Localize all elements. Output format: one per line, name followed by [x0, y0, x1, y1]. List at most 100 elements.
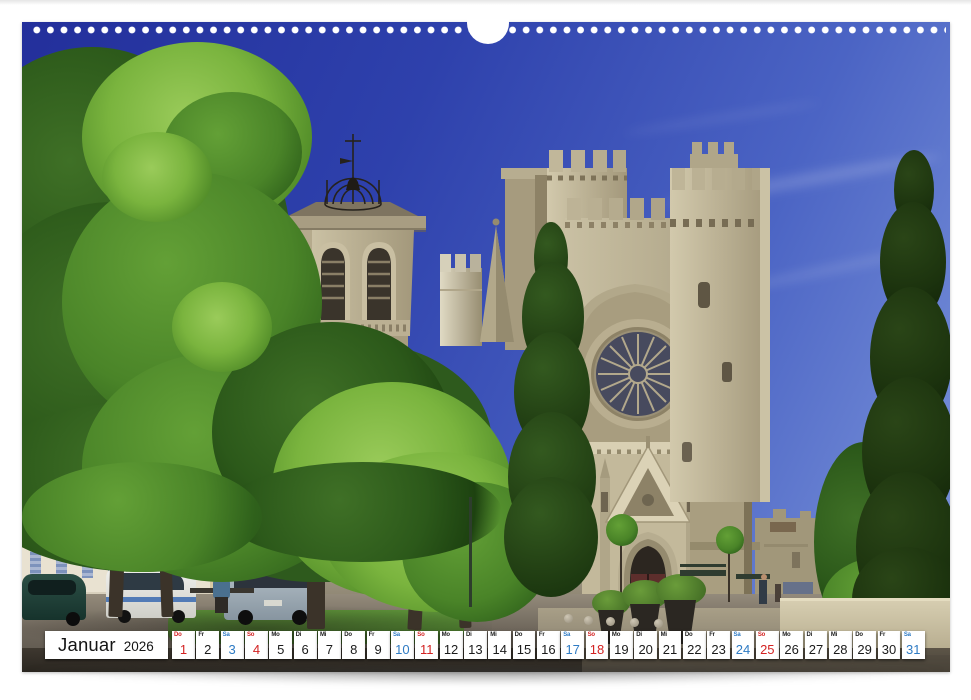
day-cell: Sa17	[561, 631, 584, 659]
day-number: 15	[513, 642, 536, 657]
day-number: 9	[367, 642, 390, 657]
weekday-abbr: Fr	[198, 632, 204, 638]
bench	[680, 570, 726, 576]
day-cell: So18	[586, 631, 609, 659]
day-number: 12	[440, 642, 463, 657]
day-cell: Di 6	[294, 631, 317, 659]
bollard	[630, 618, 639, 627]
day-number: 16	[537, 642, 560, 657]
day-cell: Sa24	[732, 631, 755, 659]
weekday-abbr: Sa	[563, 632, 570, 638]
foliage	[222, 462, 502, 562]
pedestrian	[759, 580, 767, 604]
day-cell: Fr 30	[878, 631, 901, 659]
day-number: 3	[221, 642, 244, 657]
day-cell: Sa 10	[391, 631, 414, 659]
photo	[22, 22, 950, 672]
weekday-abbr: Di	[807, 632, 813, 638]
day-cell: Mi 7	[318, 631, 341, 659]
day-cell: Mi 21	[659, 631, 682, 659]
month-label: Januar 2026	[45, 631, 168, 659]
potted-tree-trunk	[728, 550, 730, 602]
day-cell: Mo19	[610, 631, 633, 659]
day-number: 14	[488, 642, 511, 657]
day-number: 7	[318, 642, 341, 657]
day-number: 10	[391, 642, 414, 657]
day-number: 24	[732, 642, 755, 657]
day-cell: So11	[415, 631, 438, 659]
bollard	[564, 614, 573, 623]
day-number: 28	[829, 642, 852, 657]
day-number: 6	[294, 642, 317, 657]
day-number: 30	[878, 642, 901, 657]
day-number: 19	[610, 642, 633, 657]
day-cell: Mo5	[269, 631, 292, 659]
cypress-center	[504, 477, 598, 597]
weekday-abbr: Do	[174, 632, 182, 638]
weekday-abbr: Mi	[661, 632, 667, 638]
day-number: 2	[196, 642, 219, 657]
day-cell: So4	[245, 631, 268, 659]
day-cell: Mi14	[488, 631, 511, 659]
weekday-abbr: Sa	[223, 632, 230, 638]
weekday-abbr: Do	[344, 632, 352, 638]
day-cell: Mo26	[780, 631, 803, 659]
day-number: 26	[780, 642, 803, 657]
day-cell: Sa 3	[221, 631, 244, 659]
day-number: 4	[245, 642, 268, 657]
weekday-abbr: So	[417, 632, 424, 638]
day-number: 18	[586, 642, 609, 657]
car-dark	[22, 574, 86, 624]
day-number: 27	[805, 642, 828, 657]
person-legs	[215, 597, 228, 613]
bell-cage	[325, 134, 381, 210]
bollard	[606, 617, 615, 626]
weekday-abbr: Fr	[709, 632, 715, 638]
day-cell: Sa31	[902, 631, 925, 659]
year: 2026	[124, 637, 154, 654]
bench	[680, 564, 726, 567]
foliage	[102, 132, 212, 222]
weekday-abbr: Do	[685, 632, 693, 638]
foliage	[22, 462, 262, 572]
weekday-abbr: Di	[466, 632, 472, 638]
weekday-abbr: Fr	[880, 632, 886, 638]
potted-tree-crown	[716, 526, 744, 554]
day-cell: Di20	[634, 631, 657, 659]
weekday-abbr: So	[758, 632, 765, 638]
day-number: 5	[269, 642, 292, 657]
weekday-abbr: Fr	[369, 632, 375, 638]
day-number: 25	[756, 642, 779, 657]
day-cell: Di 13	[464, 631, 487, 659]
person-body	[213, 579, 230, 599]
day-cell: Di 27	[805, 631, 828, 659]
day-cell: Fr 9	[367, 631, 390, 659]
right-tower	[670, 142, 770, 502]
weekday-abbr: Mi	[831, 632, 837, 638]
weekday-abbr: Mi	[320, 632, 326, 638]
day-number: 13	[464, 642, 487, 657]
weekday-abbr: Sa	[393, 632, 400, 638]
day-cell: Do 15	[513, 631, 536, 659]
day-number: 1	[172, 642, 195, 657]
lamp-post	[469, 497, 472, 607]
month-name: Januar	[58, 634, 116, 656]
weekday-abbr: Sa	[904, 632, 911, 638]
day-number: 22	[683, 642, 706, 657]
day-number: 20	[634, 642, 657, 657]
foliage	[172, 282, 272, 372]
weekday-abbr: Do	[515, 632, 523, 638]
round-turret	[440, 254, 482, 346]
day-cell: Fr 2	[196, 631, 219, 659]
day-number: 21	[659, 642, 682, 657]
page-top-shadow	[0, 0, 971, 5]
hanger-hole-icon	[467, 2, 509, 44]
bollard	[654, 619, 663, 628]
day-cell: Mo12	[440, 631, 463, 659]
weekday-abbr: Di	[296, 632, 302, 638]
potted-tree-crown	[606, 514, 638, 546]
day-cell: Do 22	[683, 631, 706, 659]
page-bottom-shadow	[26, 668, 944, 685]
day-cell: Do29	[853, 631, 876, 659]
day-cells: Do1Fr2Sa3So4Mo5Di6Mi7Do8Fr9Sa10So11Mo12D…	[172, 631, 925, 659]
